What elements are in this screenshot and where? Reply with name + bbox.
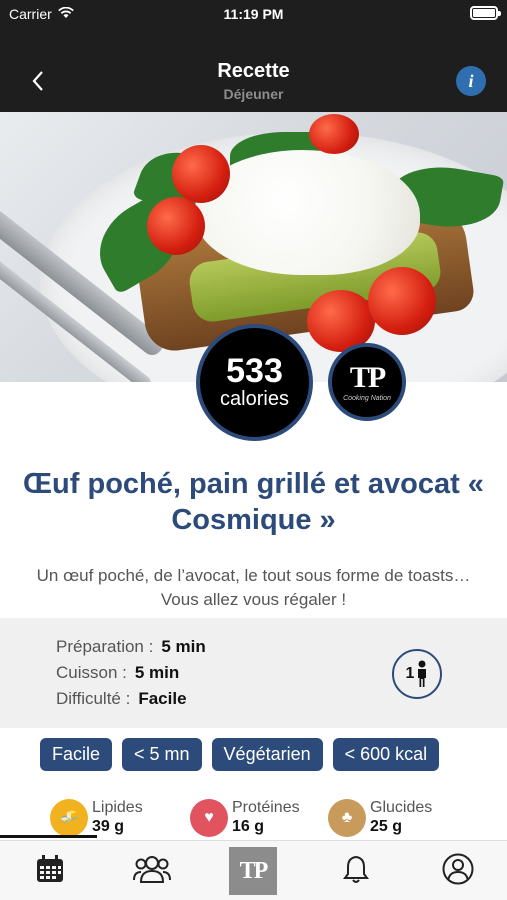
difficulty-label: Difficulté : bbox=[56, 689, 131, 708]
nutrient-value: 39 g bbox=[92, 818, 125, 835]
nav-title: Recette Déjeuner bbox=[0, 60, 507, 102]
recipe-description: Un œuf poché, de l’avocat, le tout sous … bbox=[36, 566, 471, 609]
brand-badge[interactable]: TP Cooking Nation bbox=[328, 343, 406, 421]
tab-calendar[interactable] bbox=[28, 849, 72, 889]
nutrients: 🧈 Lipides 39 g ♥ Protéines 16 g ♣ Glucid… bbox=[50, 797, 490, 837]
cook-label: Cuisson : bbox=[56, 663, 127, 682]
users-icon bbox=[133, 856, 171, 883]
tag-duration[interactable]: < 5 mn bbox=[122, 738, 202, 771]
prep-time-row: Préparation : 5 min bbox=[56, 637, 206, 657]
status-time: 11:19 PM bbox=[223, 6, 284, 22]
nutrient-name: Protéines bbox=[232, 799, 300, 816]
calendar-icon bbox=[37, 855, 63, 882]
tag-vegetarian[interactable]: Végétarien bbox=[211, 738, 323, 771]
tab-bar: TP bbox=[0, 840, 507, 900]
nutrient-name: Glucides bbox=[370, 799, 433, 816]
page-subtitle: Déjeuner bbox=[223, 86, 284, 102]
servings-button[interactable]: 1 bbox=[392, 649, 442, 699]
prep-value: 5 min bbox=[161, 637, 206, 656]
cook-time-row: Cuisson : 5 min bbox=[56, 663, 179, 683]
nutrient-value: 16 g bbox=[232, 818, 265, 835]
brand-logo: TP bbox=[349, 360, 386, 394]
servings-count: 1 bbox=[405, 665, 415, 682]
tab-community[interactable] bbox=[130, 849, 174, 889]
calories-label: calories bbox=[220, 388, 289, 410]
recipe-title: Œuf poché, pain grillé et avocat « Cosmi… bbox=[23, 468, 484, 536]
header: Carrier 11:19 PM Recette Déjeuner i bbox=[0, 0, 507, 112]
page-title: Recette bbox=[217, 60, 290, 82]
nutrient-value: 25 g bbox=[370, 818, 403, 835]
battery-icon bbox=[470, 6, 501, 20]
tab-profile[interactable] bbox=[436, 849, 480, 889]
status-bar: Carrier 11:19 PM bbox=[0, 0, 507, 30]
tab-notifications[interactable] bbox=[334, 849, 378, 889]
tab-home-logo[interactable]: TP bbox=[229, 847, 277, 895]
tag-calories[interactable]: < 600 kcal bbox=[332, 738, 440, 771]
tag-difficulty[interactable]: Facile bbox=[40, 738, 113, 771]
brand-tagline: Cooking Nation bbox=[343, 394, 391, 402]
nutrient-name: Lipides bbox=[92, 799, 143, 816]
info-button[interactable]: i bbox=[456, 66, 486, 96]
tag-list: Facile < 5 mn Végétarien < 600 kcal bbox=[40, 738, 440, 771]
calories-value: 533 bbox=[226, 352, 283, 390]
person-icon bbox=[418, 660, 427, 687]
oil-icon: 🧈 bbox=[50, 799, 88, 837]
cook-value: 5 min bbox=[134, 663, 180, 682]
scroll-indicator bbox=[0, 835, 97, 838]
calories-badge: 533 calories bbox=[196, 324, 313, 441]
profile-icon bbox=[442, 853, 474, 885]
difficulty-row: Difficulté : Facile bbox=[56, 689, 187, 709]
grain-icon: ♣ bbox=[328, 799, 366, 837]
prep-label: Préparation : bbox=[56, 637, 154, 656]
meat-icon: ♥ bbox=[190, 799, 228, 837]
difficulty-value: Facile bbox=[138, 689, 187, 708]
bell-icon bbox=[343, 855, 369, 883]
